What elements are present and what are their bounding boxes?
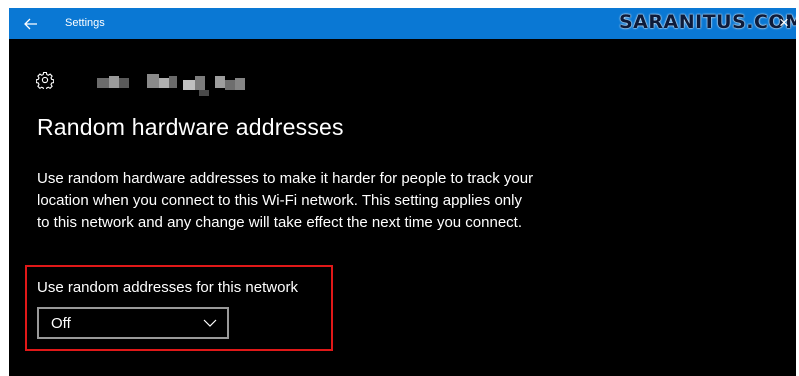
close-icon: × — [779, 13, 789, 32]
close-button[interactable]: × — [774, 12, 794, 34]
back-button[interactable] — [9, 8, 53, 39]
settings-window: Settings SARANITUS.COM × Random hardware… — [9, 8, 796, 376]
gear-icon — [36, 71, 54, 89]
page-title: Random hardware addresses — [37, 114, 344, 140]
dropdown-value: Off — [51, 315, 71, 332]
arrow-left-icon — [24, 18, 37, 29]
pixelated-network-name — [87, 66, 257, 102]
chevron-down-icon — [203, 319, 217, 327]
window-title: Settings — [65, 17, 105, 29]
select-label: Use random addresses for this network — [37, 279, 298, 296]
page-description: Use random hardware addresses to make it… — [37, 170, 534, 231]
random-address-dropdown[interactable]: Off — [37, 307, 229, 339]
watermark: SARANITUS.COM — [619, 11, 796, 33]
title-bar: Settings SARANITUS.COM × — [9, 8, 796, 39]
